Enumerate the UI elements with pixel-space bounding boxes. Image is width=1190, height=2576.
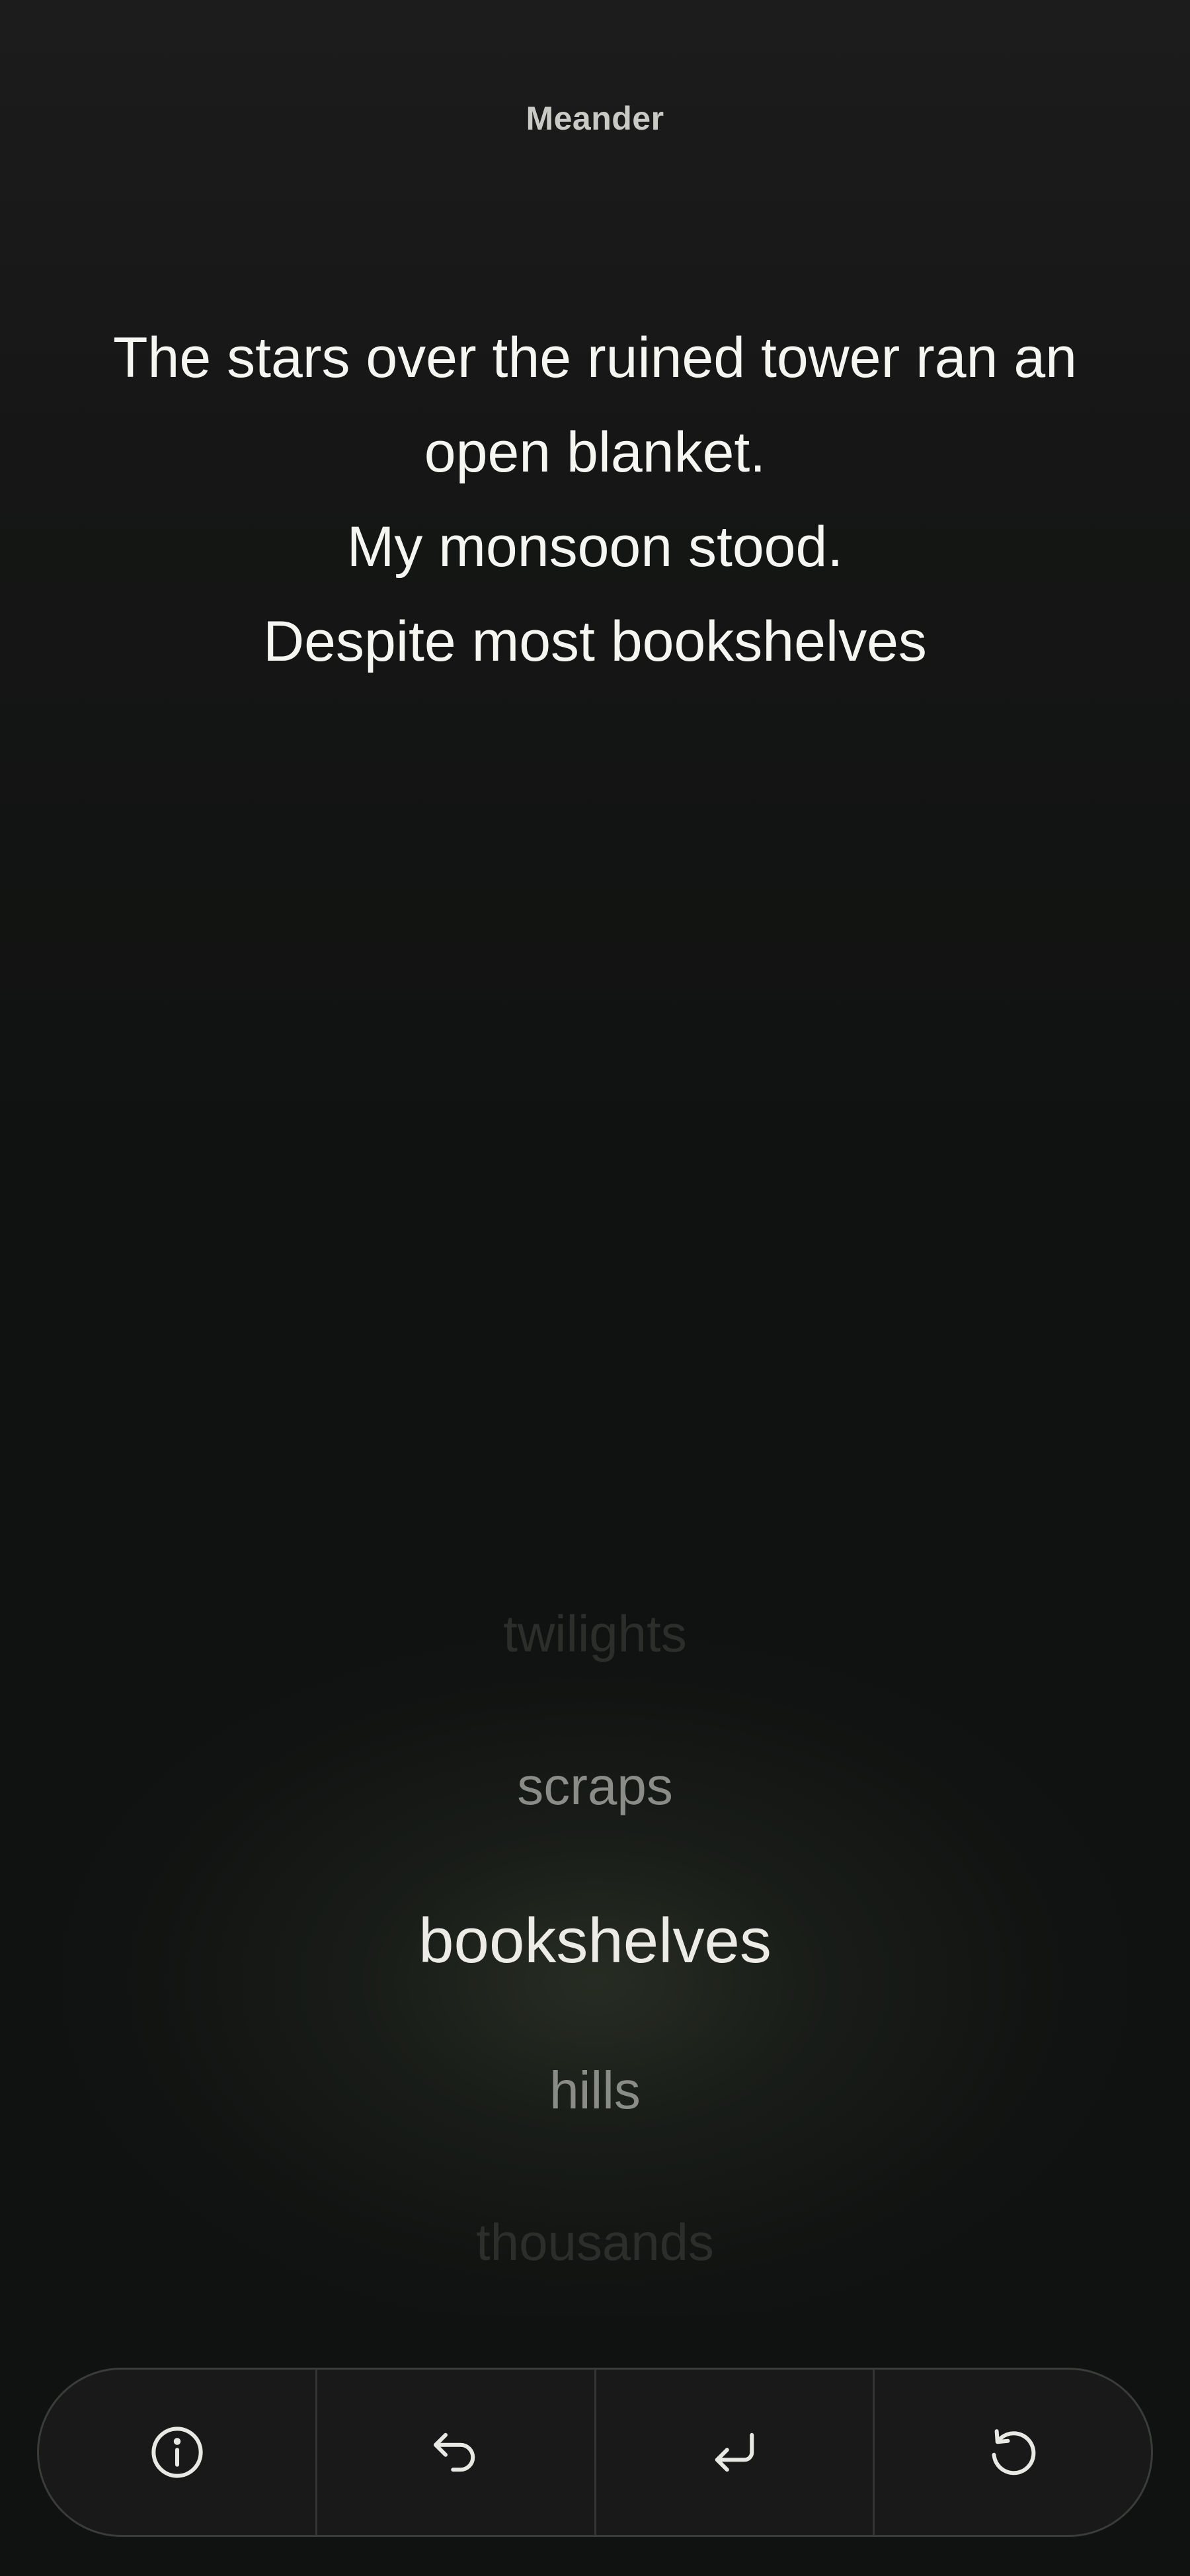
poem-text: The stars over the ruined tower ran an o… [79,311,1111,689]
undo-arrow-icon [434,2432,475,2472]
word-option[interactable]: twilights [198,1604,992,1664]
new-line-button[interactable] [596,2370,873,2535]
undo-button[interactable] [317,2370,594,2535]
word-option-selected[interactable]: bookshelves [198,1905,992,1977]
word-option[interactable]: hills [198,2060,992,2121]
word-option[interactable]: scraps [198,1756,992,1817]
restart-button[interactable] [875,2370,1151,2535]
poem-line: The stars over the ruined tower ran an [113,326,1077,390]
bottom-toolbar [37,2368,1153,2537]
info-button[interactable] [39,2370,315,2535]
word-picker[interactable]: twilights scraps bookshelves hills thous… [198,1561,992,2321]
poem-line: open blanket. [424,421,766,484]
app-screen: Meander The stars over the ruined tower … [0,0,1190,2576]
app-title: Meander [526,100,664,137]
info-circle-icon [151,2427,203,2478]
refresh-icon [992,2429,1036,2475]
word-option[interactable]: thousands [198,2212,992,2272]
return-arrow-icon [715,2432,754,2472]
poem-line: My monsoon stood. [346,515,844,579]
poem-line: Despite most bookshelves [263,610,927,673]
